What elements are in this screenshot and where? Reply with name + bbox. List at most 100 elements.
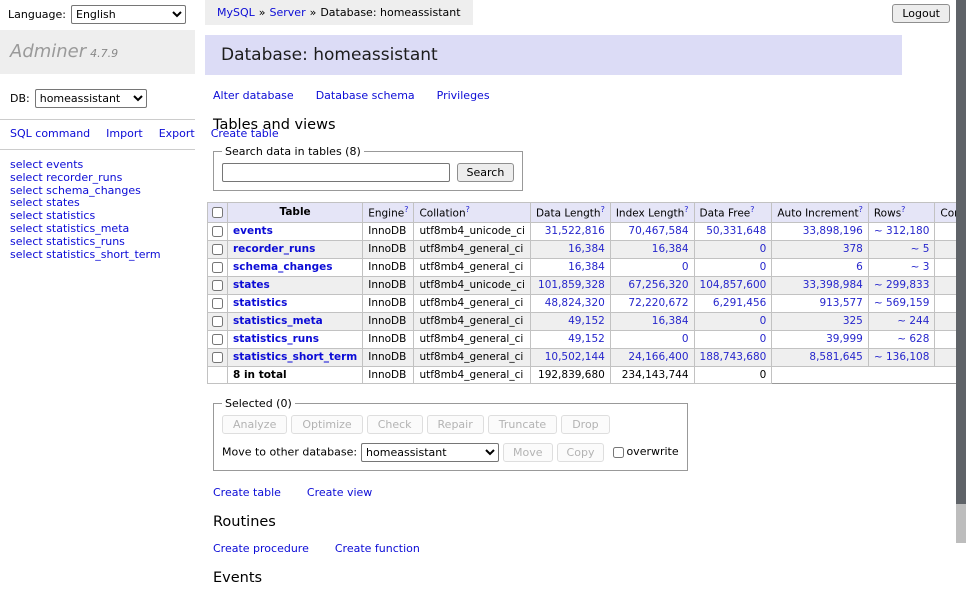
sidebar-link-import[interactable]: Import <box>106 127 143 140</box>
cell-collation: utf8mb4_general_ci <box>414 240 530 258</box>
cell-engine: InnoDB <box>363 330 414 348</box>
help-link[interactable]: ? <box>601 205 605 214</box>
app-version: 4.7.9 <box>90 47 118 60</box>
tables-and-views-heading: Tables and views <box>213 117 902 133</box>
app-name: Adminer <box>10 41 86 62</box>
help-link[interactable]: ? <box>404 205 408 214</box>
table-total-row: 8 in total InnoDB utf8mb4_general_ci 192… <box>208 366 966 383</box>
row-checkbox[interactable] <box>212 262 223 273</box>
search-button[interactable]: Search <box>457 163 515 182</box>
total-collation: utf8mb4_general_ci <box>414 366 530 383</box>
help-link[interactable]: ? <box>684 205 688 214</box>
cell-auto-increment: 6 <box>772 258 869 276</box>
create-table-link[interactable]: Create table <box>213 486 281 499</box>
breadcrumb-separator: » <box>310 6 317 19</box>
search-input[interactable] <box>222 163 450 182</box>
move-to-database-label: Move to other database: <box>222 445 357 458</box>
table-row: statistics_short_term InnoDB utf8mb4_gen… <box>208 348 966 366</box>
sidebar-table-link-statistics-short-term[interactable]: select statistics_short_term <box>10 249 185 262</box>
analyze-button[interactable]: Analyze <box>222 415 287 434</box>
row-checkbox[interactable] <box>212 334 223 345</box>
help-link[interactable]: ? <box>750 205 754 214</box>
cell-index-length: 16,384 <box>610 312 694 330</box>
move-button[interactable]: Move <box>503 443 553 462</box>
optimize-button[interactable]: Optimize <box>291 415 362 434</box>
cell-auto-increment: 33,398,984 <box>772 276 869 294</box>
table-link[interactable]: recorder_runs <box>233 243 315 255</box>
alter-database-link[interactable]: Alter database <box>213 89 294 102</box>
col-header-rows: Rows? <box>868 203 935 223</box>
create-procedure-link[interactable]: Create procedure <box>213 542 309 555</box>
total-data-free: 0 <box>694 366 772 383</box>
selected-legend: Selected (0) <box>222 397 295 410</box>
cell-data-free: 50,331,648 <box>694 222 772 240</box>
sidebar-table-link-statistics-meta[interactable]: select statistics_meta <box>10 223 185 236</box>
table-link[interactable]: states <box>233 279 270 291</box>
copy-button[interactable]: Copy <box>557 443 605 462</box>
cell-rows: ~ 628 <box>868 330 935 348</box>
cell-collation: utf8mb4_unicode_ci <box>414 276 530 294</box>
vertical-scrollbar[interactable] <box>956 0 966 543</box>
breadcrumb-mysql-link[interactable]: MySQL <box>217 6 255 19</box>
cell-index-length: 0 <box>610 330 694 348</box>
help-link[interactable]: ? <box>901 205 905 214</box>
row-checkbox[interactable] <box>212 352 223 363</box>
create-view-link[interactable]: Create view <box>307 486 372 499</box>
table-link[interactable]: events <box>233 225 273 237</box>
row-checkbox[interactable] <box>212 316 223 327</box>
sidebar-link-sql-command[interactable]: SQL command <box>10 127 90 140</box>
breadcrumb-current: Database: homeassistant <box>320 6 460 19</box>
drop-button[interactable]: Drop <box>561 415 609 434</box>
select-all-checkbox[interactable] <box>212 207 223 218</box>
create-function-link[interactable]: Create function <box>335 542 420 555</box>
row-checkbox[interactable] <box>212 298 223 309</box>
privileges-link[interactable]: Privileges <box>437 89 490 102</box>
cell-rows: ~ 312,180 <box>868 222 935 240</box>
scrollbar-thumb[interactable] <box>956 0 966 504</box>
col-header-label: Data Length <box>536 208 601 220</box>
breadcrumb-server-link[interactable]: Server <box>270 6 306 19</box>
sidebar: Adminer4.7.9 DB:homeassistant SQL comman… <box>0 30 195 270</box>
cell-engine: InnoDB <box>363 312 414 330</box>
help-link[interactable]: ? <box>859 205 863 214</box>
language-row: Language: English <box>8 5 186 24</box>
cell-index-length: 72,220,672 <box>610 294 694 312</box>
sidebar-link-export[interactable]: Export <box>159 127 195 140</box>
table-link[interactable]: statistics <box>233 297 287 309</box>
table-link[interactable]: statistics_short_term <box>233 351 357 363</box>
table-row: statistics InnoDB utf8mb4_general_ci 48,… <box>208 294 966 312</box>
row-checkbox[interactable] <box>212 244 223 255</box>
col-header-data-free: Data Free? <box>694 203 772 223</box>
total-label: 8 in total <box>228 366 363 383</box>
sidebar-table-link-statistics-runs[interactable]: select statistics_runs <box>10 236 185 249</box>
cell-auto-increment: 378 <box>772 240 869 258</box>
table-link[interactable]: statistics_meta <box>233 315 323 327</box>
sidebar-table-link-statistics[interactable]: select statistics <box>10 210 185 223</box>
cell-data-free: 104,857,600 <box>694 276 772 294</box>
row-checkbox[interactable] <box>212 280 223 291</box>
table-link[interactable]: statistics_runs <box>233 333 319 345</box>
cell-index-length: 67,256,320 <box>610 276 694 294</box>
help-link[interactable]: ? <box>466 205 470 214</box>
truncate-button[interactable]: Truncate <box>488 415 557 434</box>
language-label: Language: <box>8 8 66 21</box>
row-checkbox[interactable] <box>212 226 223 237</box>
repair-button[interactable]: Repair <box>427 415 484 434</box>
database-schema-link[interactable]: Database schema <box>316 89 415 102</box>
overwrite-checkbox[interactable] <box>613 447 624 458</box>
breadcrumb-separator: » <box>259 6 266 19</box>
cell-collation: utf8mb4_general_ci <box>414 348 530 366</box>
check-button[interactable]: Check <box>367 415 423 434</box>
sidebar-table-link-recorder-runs[interactable]: select recorder_runs <box>10 172 185 185</box>
cell-data-free: 6,291,456 <box>694 294 772 312</box>
sidebar-table-link-events[interactable]: select events <box>10 159 185 172</box>
cell-rows: ~ 3 <box>868 258 935 276</box>
move-database-select[interactable]: homeassistant <box>361 443 499 462</box>
language-select[interactable]: English <box>71 5 186 24</box>
cell-data-length: 48,824,320 <box>530 294 610 312</box>
cell-data-length: 101,859,328 <box>530 276 610 294</box>
cell-index-length: 70,467,584 <box>610 222 694 240</box>
table-link[interactable]: schema_changes <box>233 261 333 273</box>
cell-engine: InnoDB <box>363 294 414 312</box>
db-select[interactable]: homeassistant <box>35 89 147 108</box>
